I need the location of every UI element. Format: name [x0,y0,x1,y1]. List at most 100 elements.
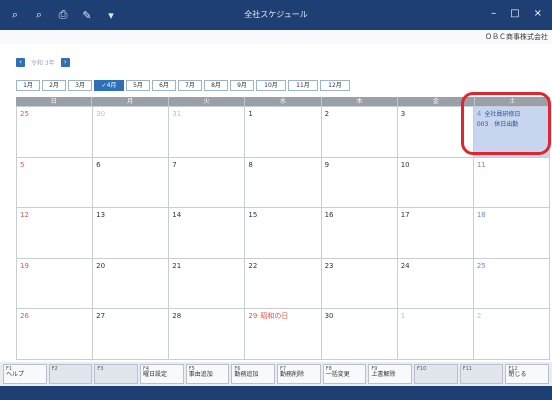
function-key-label: 閉じる [508,371,527,378]
schedule-entry[interactable]: 003 休日出勤 [477,120,546,130]
month-tab[interactable]: 12月 [320,80,350,91]
weekday-label: 日 [16,97,93,106]
calendar-day[interactable]: 4 全社員研修日 003 休日出勤 [473,107,550,158]
day-number: 9 [324,160,330,169]
calendar-day[interactable]: 12 [17,208,94,259]
status-bar [0,386,552,400]
schedule-entry[interactable]: 全社員研修日 [484,111,520,118]
function-key-label: 事由追加 [188,371,213,378]
calendar-day[interactable]: 26 [17,309,94,360]
calendar-day[interactable]: 25 [473,258,550,310]
calendar-day[interactable]: 22 [245,258,322,310]
calendar-day[interactable]: 5 [17,157,94,209]
month-tab[interactable]: 9月 [230,80,254,91]
calendar-day[interactable]: 18 [473,208,550,259]
function-key-code: F11 [462,366,472,372]
minimize-button[interactable]: – [491,8,496,19]
calendar-day[interactable]: 7 [169,157,246,209]
calendar-day[interactable]: 9 [321,157,398,209]
month-tab[interactable]: 11月 [288,80,318,91]
day-number: 14 [172,211,182,220]
function-key-f6[interactable]: F6 勤務追加 [231,364,276,384]
calendar-day[interactable]: 21 [169,258,246,310]
function-key-f12[interactable]: F12 閉じる [505,364,550,384]
calendar-day[interactable]: 3 [397,107,474,158]
month-tab[interactable]: 6月 [152,80,176,91]
calendar-day[interactable]: 1 [245,107,322,158]
function-key-f5[interactable]: F5 事由追加 [185,364,230,384]
function-key-f8[interactable]: F8 一括変更 [322,364,367,384]
calendar-day[interactable]: 2 [321,107,398,158]
function-key-f9[interactable]: F9 上書解除 [368,364,413,384]
year-label: 令和 3年 [31,59,55,67]
maximize-button[interactable]: □ [510,8,519,19]
month-tab[interactable]: 5月 [126,80,150,91]
calendar-day[interactable]: 11 [473,157,550,209]
day-number: 23 [324,261,334,270]
calendar-day[interactable]: 30 [321,309,398,360]
month-tab[interactable]: ✓4月 [94,80,124,91]
day-number: 28 [172,312,182,321]
month-tab[interactable]: 2月 [42,80,66,91]
month-tab[interactable]: 7月 [178,80,202,91]
calendar-day[interactable]: 6 [93,157,170,209]
calendar-day[interactable]: 2 [473,309,550,360]
function-key-f7[interactable]: F7 勤務削除 [277,364,321,384]
weekday-label: 月 [92,97,169,106]
day-number: 27 [96,312,106,321]
company-row: ＯＢＣ商事株式会社 [0,30,552,44]
close-button[interactable]: × [534,8,542,19]
title-bar: ⌕ ⌕ ⎙ ✎ ▾ 全社スケジュール – □ × [0,0,552,30]
window-title: 全社スケジュール [244,10,308,19]
function-key-f10[interactable]: F10 [414,364,458,384]
calendar-day[interactable]: 17 [397,208,474,259]
function-key-f3[interactable]: F3 [94,364,139,384]
function-key-f1[interactable]: F1 ヘルプ [3,364,47,384]
day-number: 24 [400,261,410,270]
month-tab[interactable]: 8月 [204,80,228,91]
day-number: 3 [400,110,406,118]
function-key-label: 上書解除 [371,371,396,378]
day-number: 30 [96,110,106,118]
prev-year-button[interactable]: ‹ [16,57,25,67]
calendar-day[interactable]: 28 [169,309,246,360]
calendar-day[interactable]: 23 [321,258,398,310]
function-key-label: 曜日設定 [143,371,168,378]
calendar-day[interactable]: 13 [93,208,170,259]
function-key-f2[interactable]: F2 [48,364,93,384]
function-key-f11[interactable]: F11 [459,364,504,384]
day-number: 1 [248,110,253,118]
calendar-day[interactable]: 30 [93,107,170,158]
month-tab[interactable]: 3月 [68,80,92,91]
day-number: 22 [248,261,258,270]
next-year-button[interactable]: › [60,57,70,67]
year-selector: ‹ 令和 3年 › [16,56,70,68]
function-key-code: F2 [51,366,58,372]
month-tab[interactable]: 1月 [16,80,40,91]
calendar-day[interactable]: 24 [397,258,474,310]
calendar-day[interactable]: 29 昭和の日 [245,309,322,360]
calendar-day[interactable]: 19 [17,258,94,310]
day-number: 10 [400,160,410,169]
day-number: 26 [20,312,29,321]
calendar-day[interactable]: 20 [93,258,170,310]
weekday-label: 金 [398,97,475,106]
day-number: 31 [172,110,182,118]
day-number: 2 [476,312,482,321]
month-tab[interactable]: 10月 [256,80,286,91]
day-number: 7 [172,160,177,169]
function-key-f4[interactable]: F4 曜日設定 [140,364,184,384]
calendar-day[interactable]: 10 [397,157,474,209]
calendar-day[interactable]: 31 [169,107,246,158]
day-number: 15 [248,211,258,220]
calendar-day[interactable]: 1 [397,309,474,360]
function-key-label: 勤務削除 [280,371,305,378]
day-number: 5 [20,160,25,169]
calendar-day[interactable]: 16 [321,208,398,259]
calendar-day[interactable]: 8 [245,157,322,209]
calendar-day[interactable]: 25 [17,107,94,158]
calendar-day[interactable]: 14 [169,208,246,259]
calendar-day[interactable]: 15 [245,208,322,259]
calendar-day[interactable]: 27 [93,309,170,360]
function-key-label: 一括変更 [325,371,350,378]
